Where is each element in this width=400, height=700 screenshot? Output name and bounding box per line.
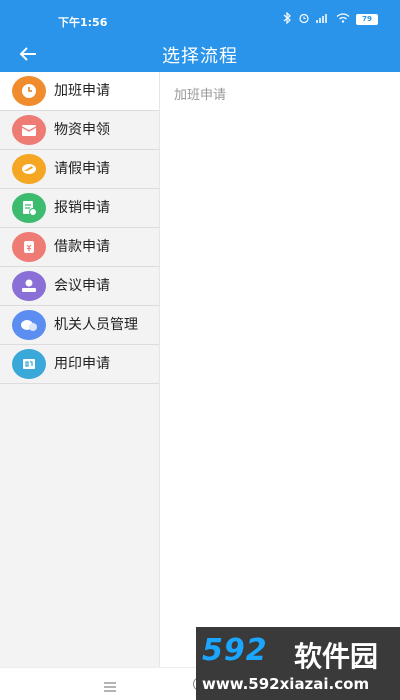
sidebar-item-supplies[interactable]: 物资申领 [0, 111, 159, 150]
seal-icon [12, 349, 46, 379]
sidebar-item-label: 用印申请 [54, 356, 110, 372]
sidebar-item-label: 机关人员管理 [54, 317, 138, 333]
clock-icon [12, 76, 46, 106]
watermark-url: www.592xiazai.com [202, 675, 370, 693]
money-bag-icon [12, 232, 46, 262]
watermark-logo: 592 [202, 633, 268, 668]
plane-icon [12, 154, 46, 184]
status-time: 下午1:56 [58, 16, 108, 29]
sidebar-item-label: 加班申请 [54, 83, 110, 99]
page-title: 选择流程 [162, 46, 238, 67]
process-sidebar: 加班申请 物资申领 请假申请 报销申请 借款申请 会议申请 机关人员管理 用印申… [0, 72, 160, 667]
site-watermark: 592 软件园 www.592xiazai.com [196, 627, 400, 700]
title-bar: 选择流程 [0, 36, 400, 72]
package-icon [12, 115, 46, 145]
receipt-icon [12, 193, 46, 223]
people-icon [12, 310, 46, 340]
sidebar-item-overtime[interactable]: 加班申请 [0, 72, 159, 111]
process-content: 加班申请 [160, 72, 400, 667]
status-icons: 79 [283, 11, 378, 27]
selected-process-label[interactable]: 加班申请 [174, 84, 226, 103]
menu-icon[interactable] [104, 677, 116, 696]
battery-icon: 79 [356, 14, 378, 25]
bluetooth-icon [283, 11, 292, 27]
sidebar-item-loan[interactable]: 借款申请 [0, 228, 159, 267]
sidebar-item-seal[interactable]: 用印申请 [0, 345, 159, 384]
sidebar-item-staff-management[interactable]: 机关人员管理 [0, 306, 159, 345]
sidebar-item-reimbursement[interactable]: 报销申请 [0, 189, 159, 228]
sidebar-item-meeting[interactable]: 会议申请 [0, 267, 159, 306]
sidebar-item-label: 请假申请 [54, 161, 110, 177]
alarm-icon [298, 12, 310, 27]
sidebar-item-label: 物资申领 [54, 122, 110, 138]
status-bar: 下午1:56 79 [0, 0, 400, 36]
sidebar-item-label: 会议申请 [54, 278, 110, 294]
sidebar-item-label: 报销申请 [54, 200, 110, 216]
watermark-title: 软件园 [294, 640, 379, 673]
sidebar-item-label: 借款申请 [54, 239, 110, 255]
signal-icon [316, 13, 330, 26]
meeting-icon [12, 271, 46, 301]
sidebar-item-leave[interactable]: 请假申请 [0, 150, 159, 189]
wifi-icon [336, 13, 350, 26]
